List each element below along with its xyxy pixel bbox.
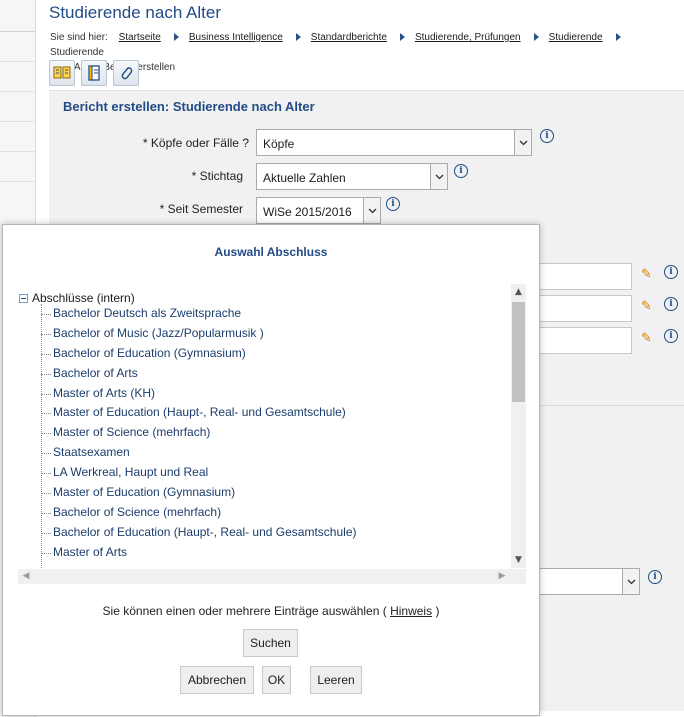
field-label-koepfe-faelle: * Köpfe oder Fälle ? <box>142 136 249 150</box>
tree-container: Abschlüsse (intern) Bachelor Deutsch als… <box>17 283 527 585</box>
auswahl-abschluss-dialog: Auswahl Abschluss Abschlüsse (intern) Ba… <box>2 224 540 716</box>
dialog-title: Auswahl Abschluss <box>214 245 328 259</box>
form-title: Bericht erstellen: Studierende nach Alte… <box>63 99 315 114</box>
select-value: WiSe 2015/2016 <box>263 205 352 219</box>
info-icon[interactable]: i <box>386 197 400 211</box>
sidebar-item[interactable] <box>0 152 35 182</box>
breadcrumb-item-business-intelligence[interactable]: Business Intelligence <box>189 32 283 43</box>
hint-text: Sie können einen oder mehrere Einträge a… <box>102 604 387 618</box>
breadcrumb-item-studierende[interactable]: Studierende <box>549 32 603 43</box>
tree-item[interactable]: Master of Education (Haupt-, Real- und G… <box>41 403 357 423</box>
breadcrumb-prefix: Sie sind hier: <box>50 32 108 43</box>
pencil-icon[interactable]: ✎ <box>641 331 652 346</box>
hint-close: ) <box>435 604 440 618</box>
tree-root-label[interactable]: Abschlüsse (intern) <box>32 291 135 305</box>
sidebar-item[interactable] <box>0 32 35 62</box>
tree-root[interactable]: Abschlüsse (intern) <box>19 291 135 305</box>
chevron-down-icon[interactable] <box>363 198 380 223</box>
chevron-down-icon[interactable] <box>430 164 447 189</box>
field-label-seit-semester: * Seit Semester <box>159 202 243 216</box>
horizontal-scrollbar[interactable]: ◀ ▶ <box>18 569 526 584</box>
pencil-icon[interactable]: ✎ <box>641 267 652 282</box>
scrollbar-thumb[interactable] <box>512 302 525 402</box>
page-title: Studierende nach Alter <box>49 3 222 22</box>
tree-item[interactable]: Bachelor of Education (Haupt-, Real- und… <box>41 523 357 543</box>
cancel-button[interactable]: Abbrechen <box>180 666 254 694</box>
clear-button[interactable]: Leeren <box>310 666 362 694</box>
breadcrumb-separator-icon <box>295 33 301 42</box>
hinweis-link[interactable]: Hinweis <box>390 604 432 618</box>
tree-item[interactable]: Master of Education (Gymnasium) <box>41 483 357 503</box>
selection-hint: Sie können einen oder mehrere Einträge a… <box>3 604 539 618</box>
breadcrumb-separator-icon <box>173 33 179 42</box>
sidebar-item[interactable] <box>0 122 35 152</box>
tree-view[interactable]: Abschlüsse (intern) Bachelor Deutsch als… <box>18 284 510 568</box>
bookmark-icon <box>53 66 71 79</box>
tree-item[interactable]: Staatsexamen <box>41 443 357 463</box>
notebook-button[interactable] <box>81 60 107 86</box>
tree-item[interactable]: Master of Arts (KH) <box>41 384 357 404</box>
seit-semester-select[interactable]: WiSe 2015/2016 <box>256 197 381 224</box>
info-icon[interactable]: i <box>664 329 678 343</box>
scroll-up-icon[interactable]: ▲ <box>511 284 526 300</box>
attachment-button[interactable] <box>113 60 139 86</box>
sidebar-item[interactable] <box>0 0 35 32</box>
tree-item[interactable]: Master of Science (mehrfach) <box>41 423 357 443</box>
pencil-icon[interactable]: ✎ <box>641 299 652 314</box>
breadcrumb-current: Studierende <box>50 47 104 58</box>
breadcrumb: Sie sind hier: Startseite Business Intell… <box>50 30 684 75</box>
tree-item[interactable]: Bachelor of Arts <box>41 364 357 384</box>
tree-item[interactable]: Bachelor of Education (Gymnasium) <box>41 344 357 364</box>
tree-item[interactable]: Bachelor of Science (mehrfach) <box>41 503 357 523</box>
tree-item[interactable]: Master of Arts <box>41 543 357 563</box>
tree-list: Bachelor Deutsch als Zweitsprache Bachel… <box>41 304 357 563</box>
paperclip-icon <box>121 67 133 80</box>
info-icon[interactable]: i <box>664 297 678 311</box>
bookmark-button[interactable] <box>49 60 75 86</box>
ok-button[interactable]: OK <box>262 666 291 694</box>
info-icon[interactable]: i <box>454 164 468 178</box>
sidebar-item[interactable] <box>0 92 35 122</box>
field-label-stichtag: * Stichtag <box>191 169 243 183</box>
scroll-down-icon[interactable]: ▼ <box>511 552 526 568</box>
tree-item[interactable]: Bachelor of Music (Jazz/Popularmusik ) <box>41 324 357 344</box>
info-icon[interactable]: i <box>648 570 662 584</box>
breadcrumb-separator-icon <box>399 33 405 42</box>
chevron-down-icon[interactable] <box>622 569 639 594</box>
collapse-icon[interactable] <box>19 293 28 303</box>
search-button[interactable]: Suchen <box>243 629 298 657</box>
koepfe-faelle-select[interactable]: Köpfe <box>256 129 532 156</box>
scroll-right-icon[interactable]: ▶ <box>494 569 510 584</box>
scroll-left-icon[interactable]: ◀ <box>18 569 34 584</box>
tree-item[interactable]: LA Werkreal, Haupt und Real <box>41 463 357 483</box>
breadcrumb-item-standardberichte[interactable]: Standardberichte <box>311 32 387 43</box>
info-icon[interactable]: i <box>540 129 554 143</box>
notebook-icon <box>88 65 100 81</box>
breadcrumb-separator-icon <box>615 33 621 42</box>
breadcrumb-item-startseite[interactable]: Startseite <box>119 32 161 43</box>
breadcrumb-separator-icon <box>533 33 539 42</box>
sidebar-item[interactable] <box>0 62 35 92</box>
breadcrumb-item-studierende-pruefungen[interactable]: Studierende, Prüfungen <box>415 32 521 43</box>
chevron-down-icon[interactable] <box>514 130 531 155</box>
info-icon[interactable]: i <box>664 265 678 279</box>
tree-item[interactable]: Bachelor Deutsch als Zweitsprache <box>41 304 357 324</box>
toolbar <box>49 60 139 86</box>
stichtag-select[interactable]: Aktuelle Zahlen <box>256 163 448 190</box>
vertical-scrollbar[interactable]: ▲ ▼ <box>511 284 526 568</box>
select-value: Köpfe <box>263 137 295 151</box>
select-value: Aktuelle Zahlen <box>263 171 346 185</box>
